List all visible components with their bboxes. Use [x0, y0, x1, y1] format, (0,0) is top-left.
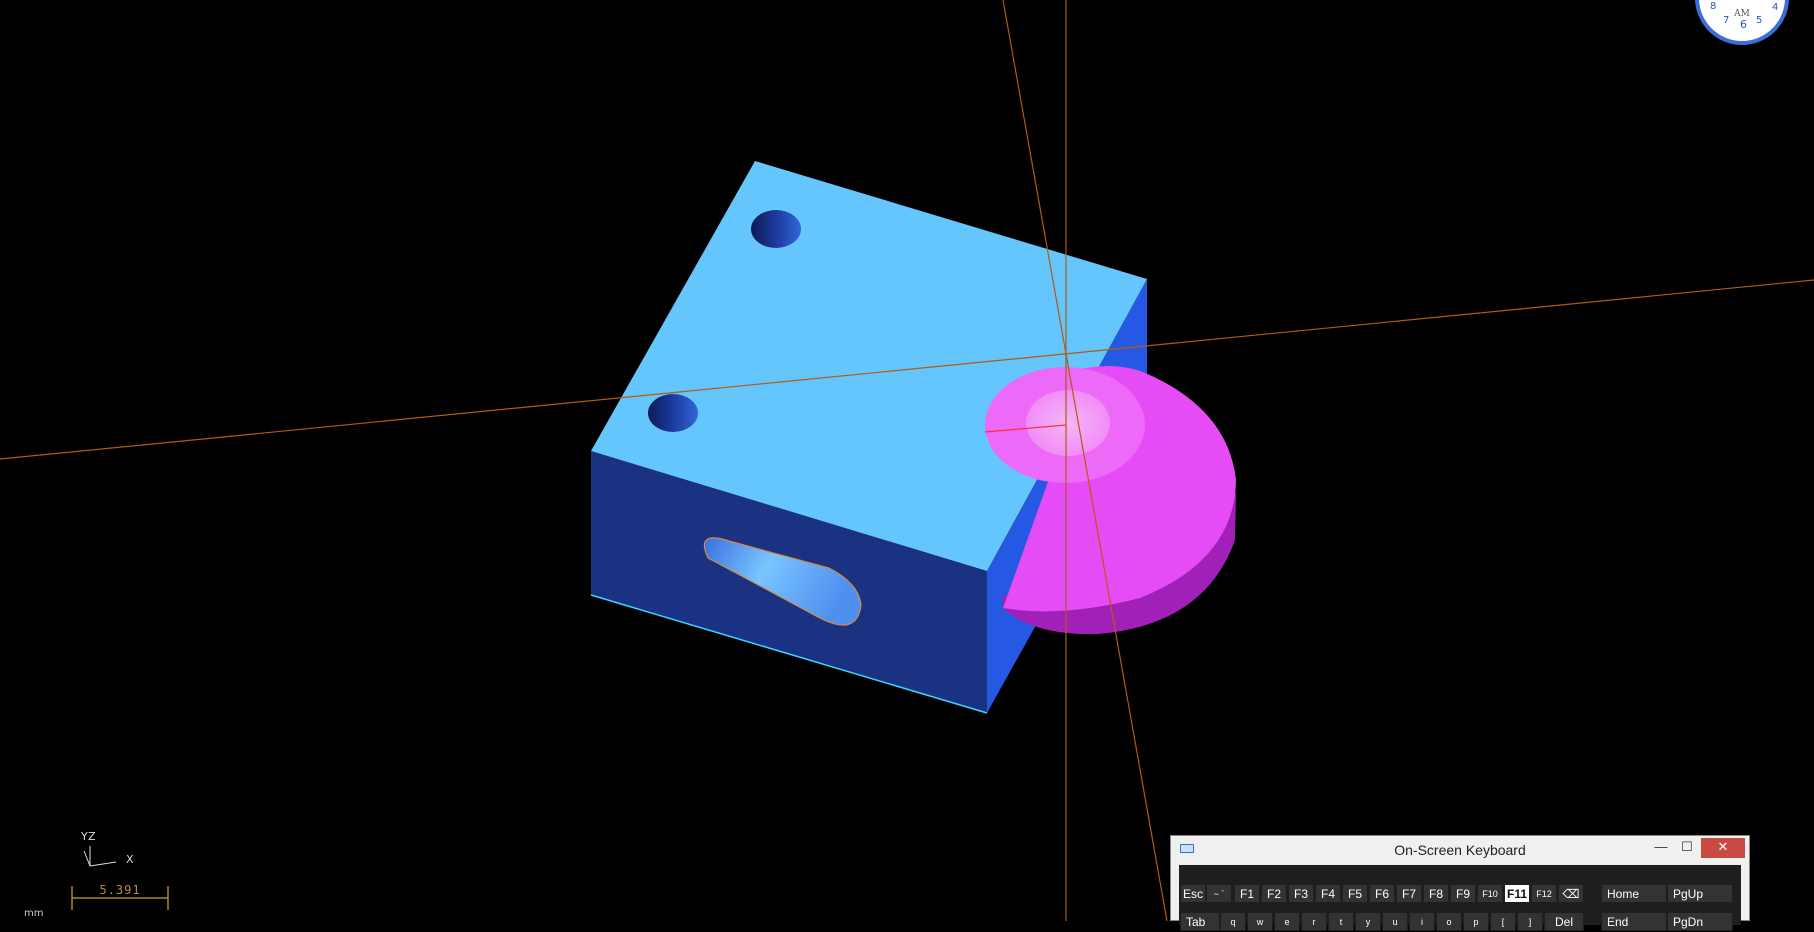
key-end[interactable]: End — [1601, 912, 1667, 931]
close-button[interactable]: ✕ — [1701, 838, 1745, 858]
triad-z-label: Z — [88, 830, 96, 843]
key-f11[interactable]: F11 — [1504, 884, 1530, 903]
key-home[interactable]: Home — [1601, 884, 1667, 903]
key-esc[interactable]: Esc — [1180, 884, 1206, 903]
key-f8[interactable]: F8 — [1423, 884, 1449, 903]
key-lbracket[interactable]: [ — [1490, 912, 1516, 931]
key-r[interactable]: r — [1301, 912, 1327, 931]
clock-numeral-6: 6 — [1740, 18, 1747, 31]
osk-key-area: Esc ~ ` F1 F2 F3 F4 F5 F6 F7 F8 F9 F10 F… — [1179, 865, 1741, 931]
key-t[interactable]: t — [1328, 912, 1354, 931]
key-f9[interactable]: F9 — [1450, 884, 1476, 903]
key-rbracket[interactable]: ] — [1517, 912, 1543, 931]
units-label: mm — [24, 908, 44, 919]
clock-numeral-4: 4 — [1772, 2, 1778, 13]
threaded-bore[interactable] — [1026, 390, 1110, 456]
key-f12[interactable]: F12 — [1531, 884, 1557, 903]
clock-numeral-7: 7 — [1723, 15, 1729, 26]
mounting-hole-bottom[interactable] — [648, 394, 698, 432]
key-backspace[interactable]: ⌫ — [1558, 884, 1584, 903]
key-y[interactable]: y — [1355, 912, 1381, 931]
key-del[interactable]: Del — [1544, 912, 1584, 931]
clock-widget[interactable]: AM 8 7 6 5 4 — [1694, 0, 1790, 46]
cad-3d-viewport[interactable] — [0, 0, 1814, 921]
key-pgup[interactable]: PgUp — [1667, 884, 1733, 903]
key-tab[interactable]: Tab — [1180, 912, 1220, 931]
axis-triad: Y Z X — [76, 828, 156, 868]
key-f5[interactable]: F5 — [1342, 884, 1368, 903]
key-f1[interactable]: F1 — [1234, 884, 1260, 903]
clock-numeral-5: 5 — [1756, 15, 1762, 26]
minimize-button[interactable]: — — [1647, 838, 1675, 858]
osk-titlebar[interactable]: On-Screen Keyboard — ☐ ✕ — [1171, 836, 1749, 862]
triad-y-label: Y — [81, 830, 88, 843]
scale-bar: 5.391 — [72, 880, 168, 906]
key-tilde[interactable]: ~ ` — [1206, 884, 1232, 903]
clock-numeral-8: 8 — [1710, 1, 1716, 12]
scale-value: 5.391 — [99, 883, 141, 897]
key-w[interactable]: w — [1247, 912, 1273, 931]
key-i[interactable]: i — [1409, 912, 1435, 931]
key-f6[interactable]: F6 — [1369, 884, 1395, 903]
on-screen-keyboard-window[interactable]: On-Screen Keyboard — ☐ ✕ Esc ~ ` F1 F2 F… — [1170, 835, 1750, 931]
triad-x-label: X — [126, 853, 134, 866]
key-f10[interactable]: F10 — [1477, 884, 1503, 903]
mounting-hole-top[interactable] — [751, 210, 801, 248]
key-f2[interactable]: F2 — [1261, 884, 1287, 903]
key-f7[interactable]: F7 — [1396, 884, 1422, 903]
key-f3[interactable]: F3 — [1288, 884, 1314, 903]
key-o[interactable]: o — [1436, 912, 1462, 931]
key-pgdn[interactable]: PgDn — [1667, 912, 1733, 931]
key-p[interactable]: p — [1463, 912, 1489, 931]
key-f4[interactable]: F4 — [1315, 884, 1341, 903]
key-e[interactable]: e — [1274, 912, 1300, 931]
key-u[interactable]: u — [1382, 912, 1408, 931]
key-q[interactable]: q — [1220, 912, 1246, 931]
maximize-button[interactable]: ☐ — [1673, 838, 1701, 858]
